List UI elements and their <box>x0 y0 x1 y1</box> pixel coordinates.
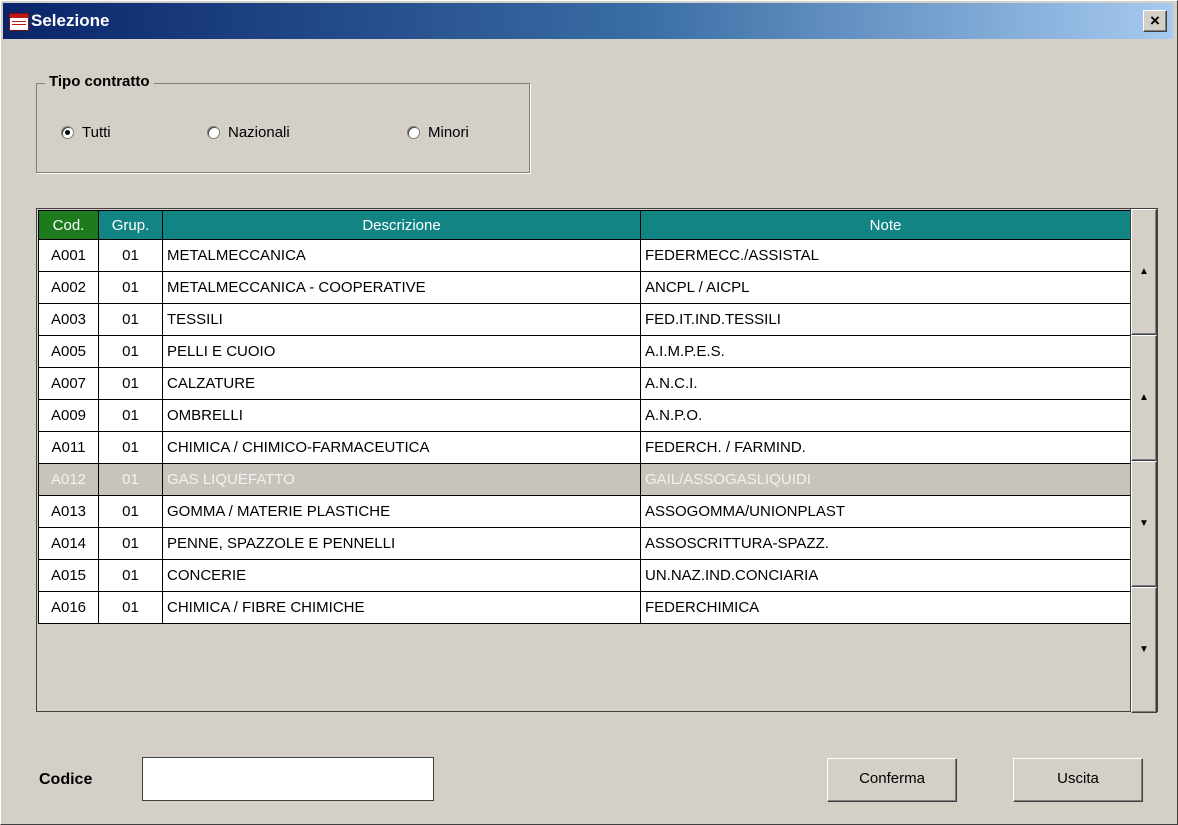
cell-descrizione[interactable]: OMBRELLI <box>162 399 641 432</box>
cell-cod[interactable]: A007 <box>38 367 99 400</box>
table-row[interactable]: A002 01 METALMECCANICA - COOPERATIVE ANCPL … <box>38 271 1131 304</box>
table-row[interactable]: A016 01 CHIMICA / FIBRE CHIMICHE FEDERCHIMI… <box>38 591 1131 624</box>
table-row[interactable]: A009 01 OMBRELLI A.N.P.O. <box>38 399 1131 432</box>
column-header-descrizione[interactable]: Descrizione <box>162 210 641 240</box>
cell-note[interactable]: FED.IT.IND.TESSILI <box>640 303 1131 336</box>
radio-tutti[interactable]: Tutti <box>61 122 111 142</box>
cell-grup[interactable]: 01 <box>98 495 163 528</box>
tipo-contratto-group: Tipo contratto Tutti Nazionali Minori <box>36 73 530 173</box>
app-icon <box>9 13 29 31</box>
cell-descrizione[interactable]: TESSILI <box>162 303 641 336</box>
table-row[interactable]: A005 01 PELLI E CUOIO A.I.M.P.E.S. <box>38 335 1131 368</box>
table-row[interactable]: A013 01 GOMMA / MATERIE PLASTICHE ASSOGOMMA… <box>38 495 1131 528</box>
cell-cod[interactable]: A014 <box>38 527 99 560</box>
scroll-first-button[interactable]: ▲ <box>1131 209 1157 335</box>
cell-cod[interactable]: A016 <box>38 591 99 624</box>
table-row[interactable]: A003 01 TESSILI FED.IT.IND.TESSILI <box>38 303 1131 336</box>
table-row[interactable]: A001 01 METALMECCANICA FEDERMECC./ASSISTAL <box>38 239 1131 272</box>
vertical-scrollbar[interactable]: ▲ ▲ ▼ ▼ <box>1130 209 1157 713</box>
cell-grup[interactable]: 01 <box>98 527 163 560</box>
radio-nazionali-indicator[interactable] <box>207 125 220 139</box>
cell-descrizione[interactable]: METALMECCANICA - COOPERATIVE <box>162 271 641 304</box>
cell-cod[interactable]: A009 <box>38 399 99 432</box>
conferma-button[interactable]: Conferma <box>827 758 957 802</box>
cell-grup[interactable]: 01 <box>98 335 163 368</box>
cell-cod[interactable]: A011 <box>38 431 99 464</box>
cell-descrizione[interactable]: PELLI E CUOIO <box>162 335 641 368</box>
column-header-grup[interactable]: Grup. <box>98 210 163 240</box>
cell-descrizione[interactable]: GAS LIQUEFATTO <box>162 463 641 496</box>
cell-descrizione[interactable]: PENNE, SPAZZOLE E PENNELLI <box>162 527 641 560</box>
table-row[interactable]: A011 01 CHIMICA / CHIMICO-FARMACEUTICA FEDE… <box>38 431 1131 464</box>
scroll-page-down-button[interactable]: ▼ <box>1131 461 1157 587</box>
cell-descrizione[interactable]: CONCERIE <box>162 559 641 592</box>
radio-nazionali[interactable]: Nazionali <box>207 122 290 142</box>
table-row[interactable]: A014 01 PENNE, SPAZZOLE E PENNELLI ASSOSCRI… <box>38 527 1131 560</box>
title-bar: Selezione × <box>3 3 1173 39</box>
radio-nazionali-label: Nazionali <box>228 123 290 141</box>
arrow-down-double-icon: ▼ <box>1139 518 1149 529</box>
cell-note[interactable]: GAIL/ASSOGASLIQUIDI <box>640 463 1131 496</box>
radio-tutti-indicator[interactable] <box>61 125 74 139</box>
close-button[interactable]: × <box>1143 10 1167 32</box>
arrow-up-icon: ▲ <box>1139 266 1149 277</box>
cell-grup[interactable]: 01 <box>98 591 163 624</box>
window-title: Selezione <box>31 11 110 30</box>
cell-descrizione[interactable]: CHIMICA / FIBRE CHIMICHE <box>162 591 641 624</box>
cell-note[interactable]: FEDERCHIMICA <box>640 591 1131 624</box>
radio-minori-indicator[interactable] <box>407 125 420 139</box>
arrow-down-icon: ▼ <box>1139 644 1149 655</box>
cell-note[interactable]: A.N.P.O. <box>640 399 1131 432</box>
cell-cod[interactable]: A012 <box>38 463 99 496</box>
cell-cod[interactable]: A003 <box>38 303 99 336</box>
scroll-last-button[interactable]: ▼ <box>1131 587 1157 713</box>
table-row[interactable]: A012 01 GAS LIQUEFATTO GAIL/ASSOGASLIQUIDI <box>38 463 1131 496</box>
cell-grup[interactable]: 01 <box>98 239 163 272</box>
uscita-button[interactable]: Uscita <box>1013 758 1143 802</box>
cell-descrizione[interactable]: CALZATURE <box>162 367 641 400</box>
cell-note[interactable]: A.I.M.P.E.S. <box>640 335 1131 368</box>
uscita-button-label: Uscita <box>1057 770 1099 787</box>
cell-cod[interactable]: A005 <box>38 335 99 368</box>
cell-descrizione[interactable]: METALMECCANICA <box>162 239 641 272</box>
radio-minori[interactable]: Minori <box>407 122 469 142</box>
cell-note[interactable]: ASSOSCRITTURA-SPAZZ. <box>640 527 1131 560</box>
table-row[interactable]: A015 01 CONCERIE UN.NAZ.IND.CONCIARIA <box>38 559 1131 592</box>
cell-grup[interactable]: 01 <box>98 559 163 592</box>
cell-grup[interactable]: 01 <box>98 303 163 336</box>
arrow-up-double-icon: ▲ <box>1139 392 1149 403</box>
cell-cod[interactable]: A001 <box>38 239 99 272</box>
cell-grup[interactable]: 01 <box>98 463 163 496</box>
cell-note[interactable]: ANCPL / AICPL <box>640 271 1131 304</box>
tipo-contratto-legend: Tipo contratto <box>45 73 154 90</box>
column-header-note[interactable]: Note <box>640 210 1131 240</box>
cell-grup[interactable]: 01 <box>98 271 163 304</box>
cell-note[interactable]: FEDERCH. / FARMIND. <box>640 431 1131 464</box>
codice-label: Codice <box>39 771 93 788</box>
cell-descrizione[interactable]: CHIMICA / CHIMICO-FARMACEUTICA <box>162 431 641 464</box>
cell-note[interactable]: FEDERMECC./ASSISTAL <box>640 239 1131 272</box>
cell-cod[interactable]: A002 <box>38 271 99 304</box>
cell-note[interactable]: A.N.C.I. <box>640 367 1131 400</box>
column-header-cod[interactable]: Cod. <box>38 210 99 240</box>
cell-cod[interactable]: A015 <box>38 559 99 592</box>
contratti-grid: Cod. Grup. Descrizione Note A001 01 METALM… <box>36 208 1158 713</box>
cell-grup[interactable]: 01 <box>98 399 163 432</box>
table-body: A001 01 METALMECCANICA FEDERMECC./ASSISTAL A… <box>38 239 1131 624</box>
contratti-table: Cod. Grup. Descrizione Note A001 01 METALM… <box>38 210 1131 624</box>
cell-descrizione[interactable]: GOMMA / MATERIE PLASTICHE <box>162 495 641 528</box>
cell-note[interactable]: ASSOGOMMA/UNIONPLAST <box>640 495 1131 528</box>
cell-note[interactable]: UN.NAZ.IND.CONCIARIA <box>640 559 1131 592</box>
scroll-page-up-button[interactable]: ▲ <box>1131 335 1157 461</box>
table-header-row: Cod. Grup. Descrizione Note <box>38 210 1131 240</box>
radio-tutti-label: Tutti <box>82 123 111 141</box>
cell-grup[interactable]: 01 <box>98 431 163 464</box>
codice-input[interactable] <box>142 757 434 801</box>
radio-minori-label: Minori <box>428 123 469 141</box>
conferma-button-label: Conferma <box>859 770 925 787</box>
table-row[interactable]: A007 01 CALZATURE A.N.C.I. <box>38 367 1131 400</box>
cell-grup[interactable]: 01 <box>98 367 163 400</box>
selezione-dialog: Selezione × Tipo contratto Tutti Naziona… <box>0 0 1178 825</box>
cell-cod[interactable]: A013 <box>38 495 99 528</box>
